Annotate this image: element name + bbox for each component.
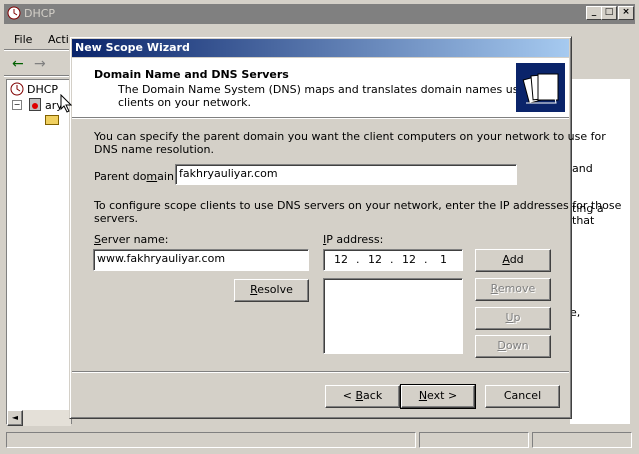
wizard-titlebar[interactable]: New Scope Wizard	[72, 39, 569, 57]
minimize-button[interactable]: _	[586, 6, 602, 20]
server-icon	[29, 98, 41, 111]
bg-window-title: DHCP	[24, 7, 56, 20]
server-name-value: www.fakhryauliyar.com	[97, 252, 226, 265]
server-name-label-post: erver name:	[100, 233, 169, 246]
down-button-post: own	[505, 339, 529, 352]
toolbar-separator	[4, 75, 70, 77]
ip-address-input[interactable]: 12 . 12 . 12 . 1	[323, 249, 463, 271]
ip-octet-2[interactable]: 12	[368, 253, 382, 267]
intro-text-line-2: DNS name resolution.	[94, 143, 214, 156]
right-pane-text-3: that	[572, 214, 595, 227]
forward-arrow-icon[interactable]: →	[34, 56, 46, 72]
status-panel-2	[419, 432, 529, 448]
dns-text-line-2: servers.	[94, 212, 139, 225]
expand-icon[interactable]: −	[12, 100, 22, 110]
header-desc-line-1: The Domain Name System (DNS) maps and tr…	[118, 83, 550, 96]
ip-dot-1: .	[356, 253, 360, 266]
down-button[interactable]: Down	[475, 335, 551, 358]
parent-domain-label-key: m	[146, 170, 158, 183]
folder-icon	[45, 115, 59, 125]
add-button[interactable]: Add	[475, 249, 551, 272]
up-button-key: U	[505, 311, 514, 324]
menu-file[interactable]: File	[14, 33, 32, 46]
dns-text-line-1: To configure scope clients to use DNS se…	[94, 199, 622, 212]
status-bar	[4, 430, 635, 450]
ip-dot-3: .	[424, 253, 428, 266]
back-button-key: B	[355, 389, 364, 402]
next-button[interactable]: Next >	[400, 384, 476, 409]
back-button[interactable]: < Back	[325, 385, 400, 408]
tree-root-label[interactable]: DHCP	[27, 83, 58, 96]
mouse-cursor-icon	[60, 93, 73, 116]
back-arrow-icon[interactable]: ←	[12, 56, 24, 72]
menu-bar: File Actic	[4, 30, 75, 48]
menu-file-label: File	[14, 33, 33, 46]
tree-pane[interactable]: DHCP − ary	[6, 79, 72, 424]
ip-address-label-post: P address:	[326, 233, 384, 246]
add-button-key: A	[502, 253, 510, 266]
dhcp-root-icon	[10, 82, 24, 96]
cancel-button[interactable]: Cancel	[485, 385, 560, 408]
remove-button[interactable]: Remove	[475, 278, 551, 301]
up-button-post: p	[513, 311, 521, 324]
server-name-input[interactable]: www.fakhryauliyar.com	[93, 249, 309, 271]
parent-domain-label-pre: Parent do	[94, 170, 147, 183]
tree-hscrollbar[interactable]: ◄	[7, 410, 71, 426]
wizard-header: Domain Name and DNS Servers The Domain N…	[72, 58, 569, 117]
parent-domain-value: fakhryauliyar.com	[179, 167, 278, 180]
footer-divider	[72, 371, 569, 373]
wizard-title: New Scope Wizard	[75, 41, 190, 54]
back-button-pre: <	[342, 389, 356, 402]
ip-octet-3[interactable]: 12	[402, 253, 416, 267]
server-name-label: Server name:	[94, 233, 168, 246]
right-pane-text-1: and	[572, 162, 593, 175]
status-panel-1	[6, 432, 416, 448]
add-button-post: dd	[509, 253, 524, 266]
scroll-left-button[interactable]: ◄	[7, 410, 23, 426]
maximize-button[interactable]: □	[601, 6, 617, 20]
wizard-dialog: New Scope Wizard Domain Name and DNS Ser…	[69, 36, 621, 419]
cancel-button-label: Cancel	[503, 389, 542, 402]
menu-separator	[4, 49, 70, 51]
header-title: Domain Name and DNS Servers	[94, 68, 289, 81]
ip-dot-2: .	[390, 253, 394, 266]
ip-address-list[interactable]	[323, 278, 463, 354]
status-panel-3	[532, 432, 632, 448]
dhcp-app-icon	[7, 6, 21, 20]
down-button-key: D	[497, 339, 506, 352]
header-divider	[72, 117, 569, 119]
up-button[interactable]: Up	[475, 307, 551, 330]
parent-domain-label: Parent domain:	[94, 170, 178, 183]
ip-octet-1[interactable]: 12	[334, 253, 348, 267]
intro-text-line-1: You can specify the parent domain you wa…	[94, 130, 606, 143]
resolve-button[interactable]: Resolve	[234, 279, 309, 302]
ip-octet-4[interactable]: 1	[440, 253, 447, 267]
next-button-post: ext >	[427, 389, 458, 402]
resolve-button-post: esolve	[257, 283, 293, 296]
next-button-key: N	[418, 389, 428, 402]
bg-window-titlebar: DHCP _ □ ×	[4, 4, 635, 24]
wizard-folder-icon	[516, 63, 565, 112]
close-button[interactable]: ×	[618, 6, 634, 20]
parent-domain-input[interactable]: fakhryauliyar.com	[175, 164, 517, 185]
ip-address-label: IP address:	[323, 233, 383, 246]
remove-button-post: emove	[497, 282, 536, 295]
back-button-post: ack	[363, 389, 383, 402]
header-desc-line-2: clients on your network.	[118, 96, 252, 109]
remove-button-key: R	[490, 282, 498, 295]
server-name-label-key: S	[94, 233, 101, 246]
